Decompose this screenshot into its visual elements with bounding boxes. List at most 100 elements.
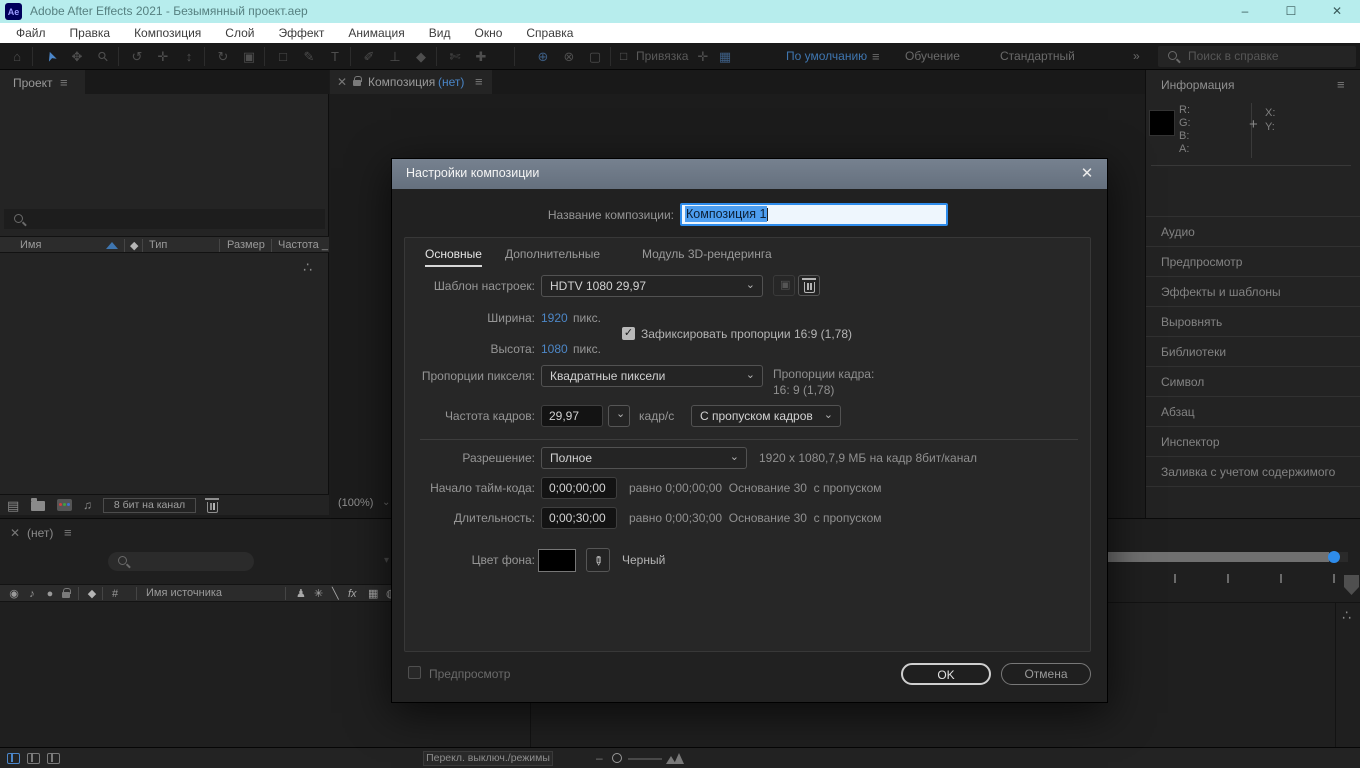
save-preset-button[interactable]: ▣ [773,275,795,296]
current-time-indicator[interactable] [1344,575,1359,595]
tab-close-icon[interactable]: ✕ [10,526,20,540]
column-name[interactable]: Имя [20,239,41,251]
panel-content-aware-fill-header[interactable]: Заливка с учетом содержимого [1146,456,1360,486]
label-column-icon[interactable]: ◆ [130,239,138,252]
puppet-pin-tool-icon[interactable]: ✚ [470,43,492,70]
quality-switch-icon[interactable]: ╲ [332,585,339,603]
column-size[interactable]: Размер [227,239,265,251]
panel-character-header[interactable]: Символ [1146,366,1360,396]
column-type[interactable]: Тип [149,239,167,251]
menu-help[interactable]: Справка [514,23,585,43]
preset-dropdown[interactable]: HDTV 1080 29,97 ⌄ [541,275,763,297]
viewer-zoom-dropdown[interactable]: (100%) [338,497,373,509]
composition-name-input[interactable]: Композиция 1 [680,203,948,226]
tab-close-icon[interactable]: ✕ [337,75,347,89]
workspace-tab-standard[interactable]: Стандартный [1000,43,1075,70]
panel-effects-presets-header[interactable]: Эффекты и шаблоны [1146,276,1360,306]
brush-tool-icon[interactable]: ✐ [358,43,380,70]
timeline-menu-icon[interactable]: ≡ [64,525,72,540]
lock-icon[interactable] [353,76,362,86]
workspace-menu-icon[interactable]: ≡ [872,43,880,70]
workspace-tab-default[interactable]: По умолчанию [786,43,867,70]
tab-composition[interactable]: ✕ Композиция (нет) ≡ [330,70,492,94]
snap-grid-icon[interactable]: ▦ [714,43,736,70]
collapse-switch-icon[interactable]: ✳ [314,585,323,603]
column-divider[interactable] [271,239,272,252]
zoom-tool-icon[interactable]: ⚲ [86,39,121,74]
expand-transfer-controls-icon[interactable] [27,753,40,764]
column-rate[interactable]: Частота _ [278,239,328,251]
minimize-button[interactable]: – [1222,0,1268,23]
frame-blend-switch-icon[interactable]: ▦ [368,585,378,603]
duration-input[interactable] [541,507,617,529]
timeline-zoom-slider-track[interactable] [628,758,662,760]
ok-button[interactable]: OK [901,663,991,685]
pen-tool-icon[interactable]: ✎ [298,43,320,70]
project-search-input[interactable] [4,209,325,229]
expand-in-out-panes-icon[interactable] [47,753,60,764]
cancel-button[interactable]: Отмена [1001,663,1091,685]
tab-advanced[interactable]: Дополнительные [505,247,600,261]
workspace-overflow-icon[interactable]: » [1133,43,1140,70]
source-name-column[interactable]: Имя источника [146,587,222,599]
height-value[interactable]: 1080 [541,342,568,356]
delete-preset-button[interactable] [798,275,820,296]
rectangle-tool-icon[interactable]: □ [272,43,294,70]
dialog-titlebar[interactable]: Настройки композиции ✕ [392,159,1107,189]
timeline-tab-status[interactable]: (нет) [27,526,53,540]
menu-edit[interactable]: Правка [58,23,123,43]
panel-info-header[interactable]: Информация [1161,78,1234,92]
orbit-camera-tool-icon[interactable]: ↺ [126,43,148,70]
column-divider[interactable] [124,239,125,252]
help-search-input[interactable]: Поиск в справке [1158,46,1356,67]
audio-column-icon[interactable]: ♪ [24,585,40,603]
resolution-dropdown[interactable]: Полное ⌄ [541,447,747,469]
new-folder-icon[interactable] [31,498,45,511]
width-value[interactable]: 1920 [541,311,568,325]
bit-depth-button[interactable]: 8 бит на канал [103,498,196,513]
timeline-zoom-slider-knob[interactable] [612,753,622,763]
zoom-in-mountain-icon[interactable] [674,753,684,764]
interpret-footage-icon[interactable]: ▤ [7,498,19,514]
menu-effect[interactable]: Эффект [266,23,336,43]
menu-file[interactable]: Файл [4,23,58,43]
start-timecode-input[interactable] [541,477,617,499]
expand-layer-switches-icon[interactable] [7,753,20,764]
maximize-button[interactable]: ☐ [1268,0,1314,23]
menu-animation[interactable]: Анимация [336,23,416,43]
time-navigator-thumb[interactable] [1108,552,1329,562]
effects-switch-icon[interactable]: fx [348,585,357,603]
pan-camera-tool-icon[interactable]: ✛ [152,43,174,70]
lock-column-icon[interactable] [62,588,71,598]
drop-frame-dropdown[interactable]: С пропуском кадров ⌄ [691,405,841,427]
home-tool-icon[interactable]: ⌂ [6,43,28,70]
hand-tool-icon[interactable]: ✥ [66,43,88,70]
workspace-tab-learn[interactable]: Обучение [905,43,960,70]
preview-checkbox[interactable] [408,666,421,679]
comp-flowchart-icon[interactable]: ∴ [1342,607,1351,624]
tab-project[interactable]: Проект [13,76,53,90]
eyedropper-button[interactable]: ✐ [586,548,610,572]
sort-ascending-icon[interactable] [106,242,118,249]
shy-switch-icon[interactable]: ♟ [296,585,306,603]
lock-aspect-checkbox[interactable]: ✓ [622,327,635,340]
frame-rate-input[interactable] [541,405,603,427]
pixel-aspect-dropdown[interactable]: Квадратные пиксели ⌄ [541,365,763,387]
trash-icon[interactable] [205,498,219,513]
layer-number-column[interactable]: # [108,585,122,603]
tab-3d-renderer[interactable]: Модуль 3D-рендеринга [642,247,772,261]
column-divider[interactable] [219,239,220,252]
tab-basic[interactable]: Основные [425,247,482,267]
dolly-camera-tool-icon[interactable]: ↕ [178,43,200,70]
label-column-icon[interactable]: ◆ [84,585,100,603]
camera-tool-icon[interactable]: ▣ [238,43,260,70]
rotation-tool-icon[interactable]: ↻ [212,43,234,70]
solo-column-icon[interactable]: ● [42,585,58,603]
timeline-search-input[interactable] [108,552,254,571]
audio-icon[interactable]: ♫ [83,498,92,512]
panel-libraries-header[interactable]: Библиотеки [1146,336,1360,366]
new-composition-icon[interactable] [57,499,72,511]
snap-checkbox[interactable]: □ [620,43,627,70]
close-button[interactable]: ✕ [1314,0,1360,23]
menu-layer[interactable]: Слой [213,23,266,43]
